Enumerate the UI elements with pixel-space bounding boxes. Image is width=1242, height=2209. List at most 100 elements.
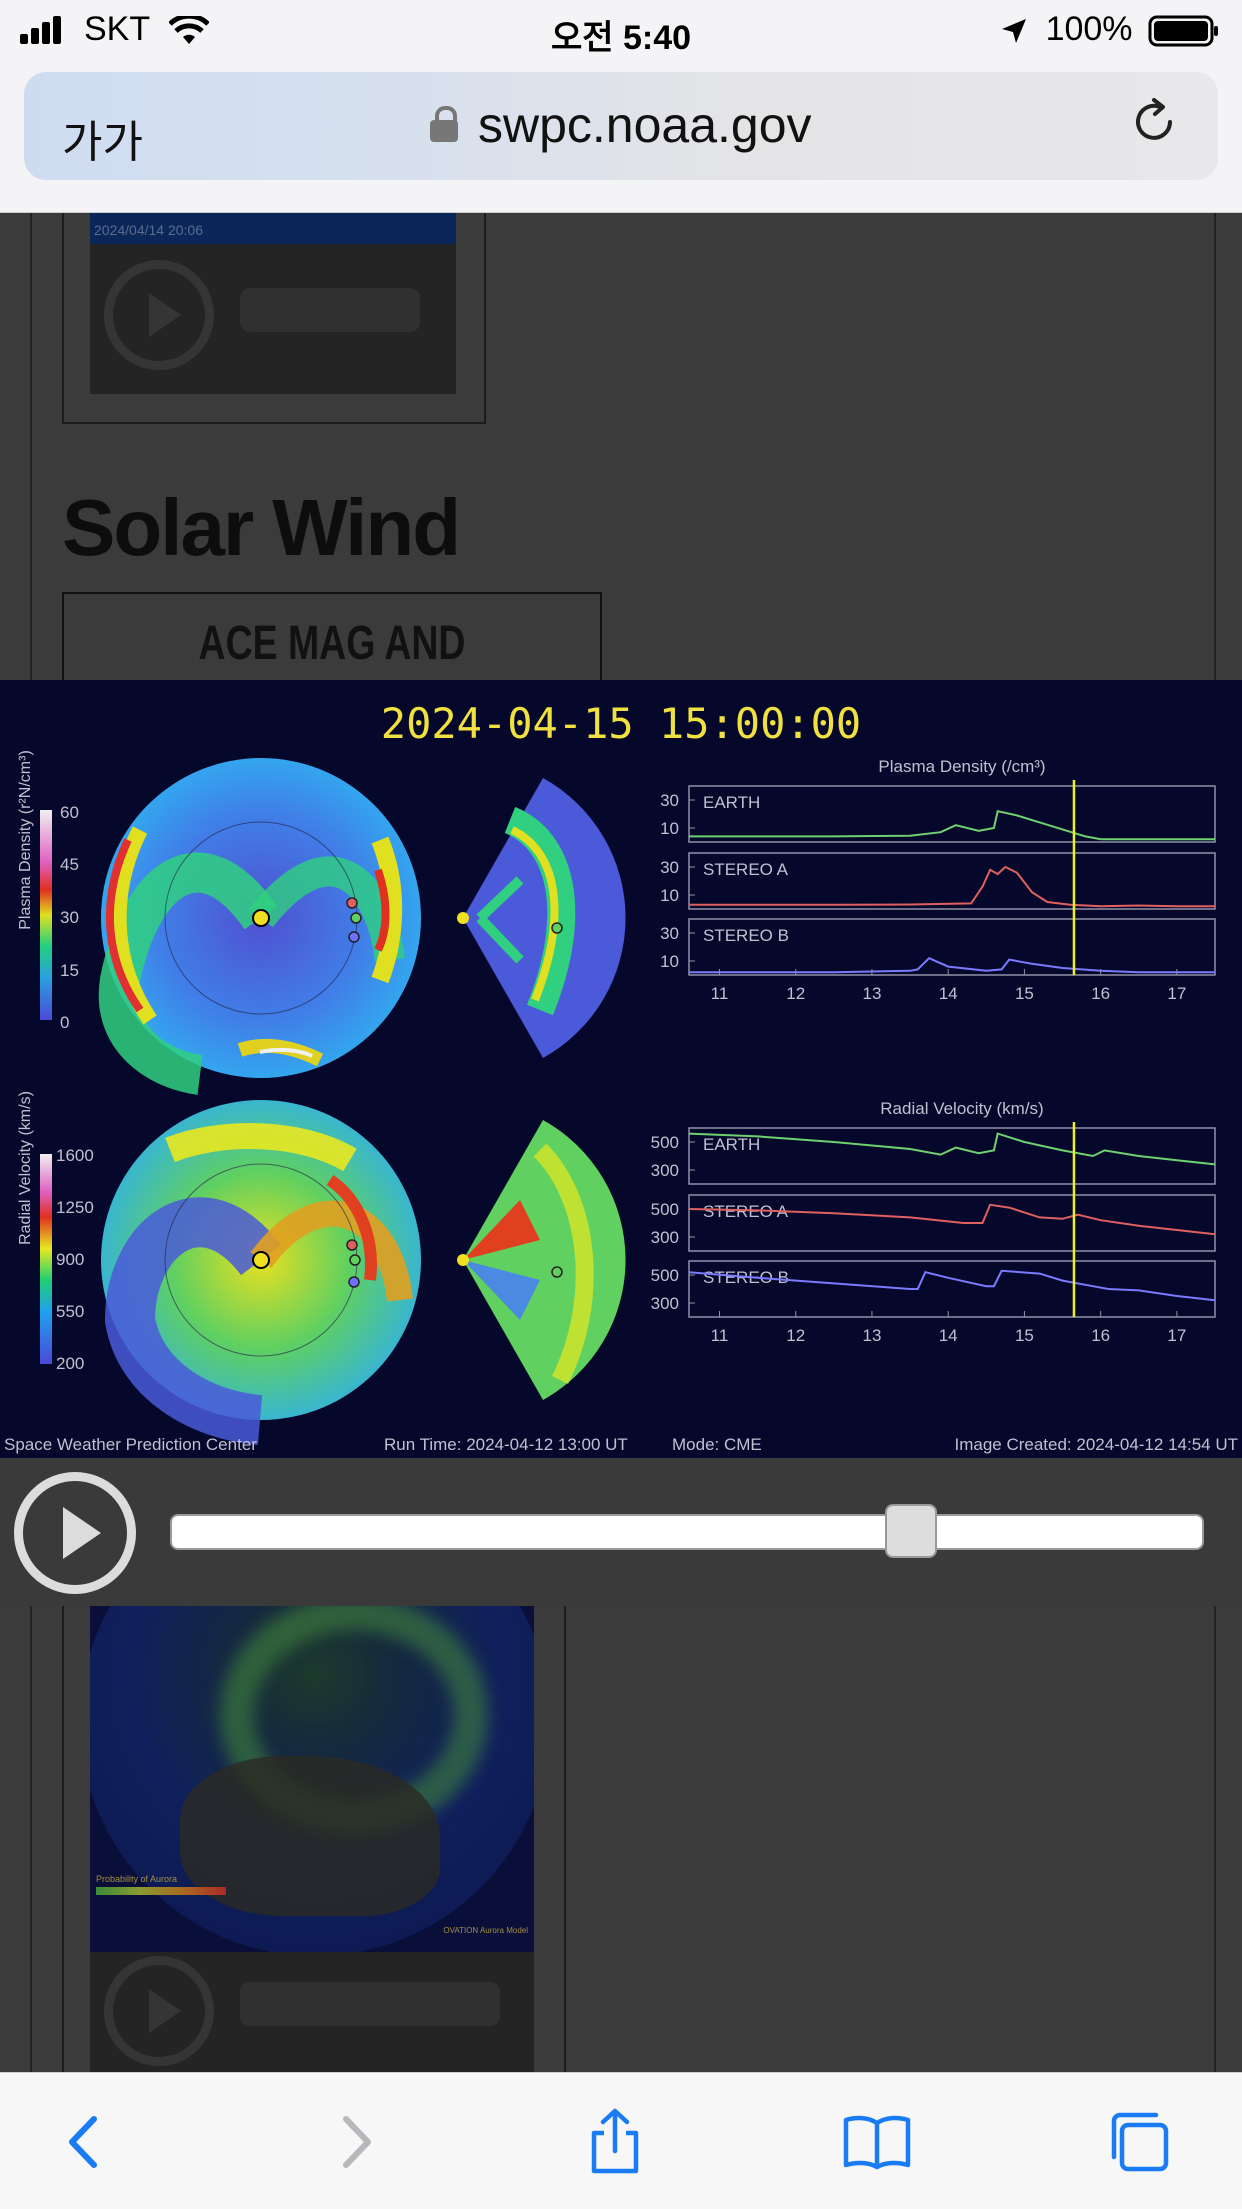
tabs-icon[interactable] xyxy=(1104,2107,1174,2177)
velocity-ecliptic-disk xyxy=(101,1100,421,1445)
series-label: EARTH xyxy=(703,793,760,812)
y-tick-label: 30 xyxy=(660,924,679,943)
y-tick-label: 500 xyxy=(651,1200,679,1219)
video-controls xyxy=(0,1458,1242,1606)
velocity-tick: 550 xyxy=(56,1302,84,1321)
y-tick-label: 10 xyxy=(660,952,679,971)
series-label: EARTH xyxy=(703,1135,760,1154)
page-content-lower: Probability of Aurora OVATION Aurora Mod… xyxy=(0,1606,1242,2072)
x-tick-label: 15 xyxy=(1015,984,1034,1003)
series-line xyxy=(689,957,1215,974)
y-tick-label: 10 xyxy=(660,886,679,905)
section-title: Solar Wind xyxy=(62,483,461,572)
video-thumbnail[interactable]: 2024/04/14 20:06 xyxy=(90,212,456,394)
aurora-legend-title: Probability of Aurora xyxy=(96,1874,178,1884)
enlil-video-frame[interactable]: 2024-04-15 15:00:00 Plasma Density (r²N/… xyxy=(0,680,1242,1458)
aurora-legend-bar xyxy=(96,1887,226,1895)
density-tick: 15 xyxy=(60,961,79,980)
velocity-tick: 1600 xyxy=(56,1146,94,1165)
series-line xyxy=(688,1132,1216,1166)
slider-handle[interactable] xyxy=(884,1504,937,1558)
reload-icon[interactable] xyxy=(1126,94,1182,150)
y-tick-label: 30 xyxy=(660,858,679,877)
x-tick-label: 14 xyxy=(939,984,958,1003)
bookmarks-icon[interactable] xyxy=(842,2107,912,2177)
velocity-axis-label: Radial Velocity (km/s) xyxy=(17,1091,34,1245)
aurora-forecast-thumbnail[interactable]: Probability of Aurora OVATION Aurora Mod… xyxy=(90,1606,534,1952)
density-axis-label: Plasma Density (r²N/cm³) xyxy=(17,750,34,930)
density-colorbar xyxy=(40,810,52,1020)
series-label: STEREO B xyxy=(703,926,789,945)
x-tick-label: 15 xyxy=(1015,1326,1034,1345)
x-tick-label: 12 xyxy=(786,984,805,1003)
thumb-play-icon[interactable] xyxy=(104,260,214,370)
battery-icon xyxy=(1148,15,1218,47)
x-tick-label: 17 xyxy=(1167,1326,1186,1345)
aurora-legend: Probability of Aurora xyxy=(96,1874,226,1895)
footer-runtime: Run Time: 2024-04-12 13:00 UT xyxy=(384,1435,628,1454)
play-button[interactable] xyxy=(14,1472,136,1594)
time-series-plots: Plasma Density (/cm³) 30 10 EARTH 30 10 STEREO… xyxy=(651,757,1216,1345)
velocity-tick: 1250 xyxy=(56,1198,94,1217)
status-right: 100% xyxy=(1000,10,1220,49)
x-tick-label: 11 xyxy=(711,1326,729,1345)
browser-toolbar xyxy=(0,2072,1242,2209)
series-label: STEREO A xyxy=(703,860,789,879)
x-tick-label: 13 xyxy=(862,984,881,1003)
x-tick-label: 12 xyxy=(786,1326,805,1345)
aurora-play-icon[interactable] xyxy=(104,1956,214,2066)
url-field[interactable]: 가가 swpc.noaa.gov xyxy=(24,72,1218,180)
chart-title: Radial Velocity (km/s) xyxy=(880,1099,1043,1118)
battery-percent: 100% xyxy=(1045,10,1133,48)
aurora-video-controls xyxy=(90,1952,534,2072)
velocity-tick: 900 xyxy=(56,1250,84,1269)
share-icon[interactable] xyxy=(580,2107,650,2177)
plot-panel-frame xyxy=(688,785,1216,843)
y-tick-label: 500 xyxy=(651,1266,679,1285)
x-tick-label: 13 xyxy=(862,1326,881,1345)
x-tick-label: 16 xyxy=(1091,1326,1110,1345)
url-text[interactable]: swpc.noaa.gov xyxy=(478,96,812,154)
video-thumbnail-frame[interactable]: 2024/04/14 20:06 xyxy=(62,212,486,424)
aurora-model-note: OVATION Aurora Model xyxy=(443,1926,528,1935)
velocity-colorbar-ticks: 1600 1250 900 550 200 xyxy=(56,1146,94,1373)
density-colorbar-ticks: 60 45 30 15 0 xyxy=(60,803,79,1032)
y-tick-label: 300 xyxy=(651,1161,679,1180)
density-ecliptic-disk xyxy=(98,758,421,1095)
status-bar: SKT 오전 5:40 100% xyxy=(0,0,1242,62)
thumb-slider xyxy=(240,288,420,332)
footer-source: Space Weather Prediction Center xyxy=(4,1435,257,1454)
y-tick-label: 30 xyxy=(660,791,679,810)
footer-created: Image Created: 2024-04-12 14:54 UT xyxy=(954,1435,1238,1454)
ace-mag-swepam-button[interactable]: ACE MAG AND SWEPAM xyxy=(62,592,602,725)
frame-timestamp: 2024-04-15 15:00:00 xyxy=(381,699,861,748)
x-tick-label: 11 xyxy=(711,984,729,1003)
x-tick-label: 17 xyxy=(1167,984,1186,1003)
reader-settings-button[interactable]: 가가 xyxy=(62,106,143,170)
density-tick: 45 xyxy=(60,855,79,874)
density-tick: 0 xyxy=(60,1013,69,1032)
velocity-meridional-wedge xyxy=(457,1120,626,1400)
x-tick-label: 14 xyxy=(939,1326,958,1345)
thumb-timestamp: 2024/04/14 20:06 xyxy=(90,212,456,244)
address-bar: 가가 swpc.noaa.gov xyxy=(0,62,1242,213)
back-icon[interactable] xyxy=(50,2107,120,2177)
y-tick-label: 10 xyxy=(660,819,679,838)
y-tick-label: 300 xyxy=(651,1228,679,1247)
aurora-slider xyxy=(240,1982,500,2026)
chart-title: Plasma Density (/cm³) xyxy=(878,757,1045,776)
timeline-slider[interactable] xyxy=(170,1514,1204,1550)
frame-footer: Space Weather Prediction Center Run Time… xyxy=(4,1435,1238,1454)
y-tick-label: 500 xyxy=(651,1133,679,1152)
density-meridional-wedge xyxy=(457,778,626,1058)
location-arrow-icon xyxy=(1002,19,1027,44)
velocity-colorbar xyxy=(40,1154,52,1364)
density-tick: 30 xyxy=(60,908,79,927)
footer-mode: Mode: CME xyxy=(672,1435,762,1454)
density-tick: 60 xyxy=(60,803,79,822)
y-tick-label: 300 xyxy=(651,1294,679,1313)
enlil-frame-svg: 2024-04-15 15:00:00 Plasma Density (r²N/… xyxy=(4,699,1238,1454)
forward-icon[interactable] xyxy=(320,2107,390,2177)
velocity-tick: 200 xyxy=(56,1354,84,1373)
series-line xyxy=(689,810,1215,841)
